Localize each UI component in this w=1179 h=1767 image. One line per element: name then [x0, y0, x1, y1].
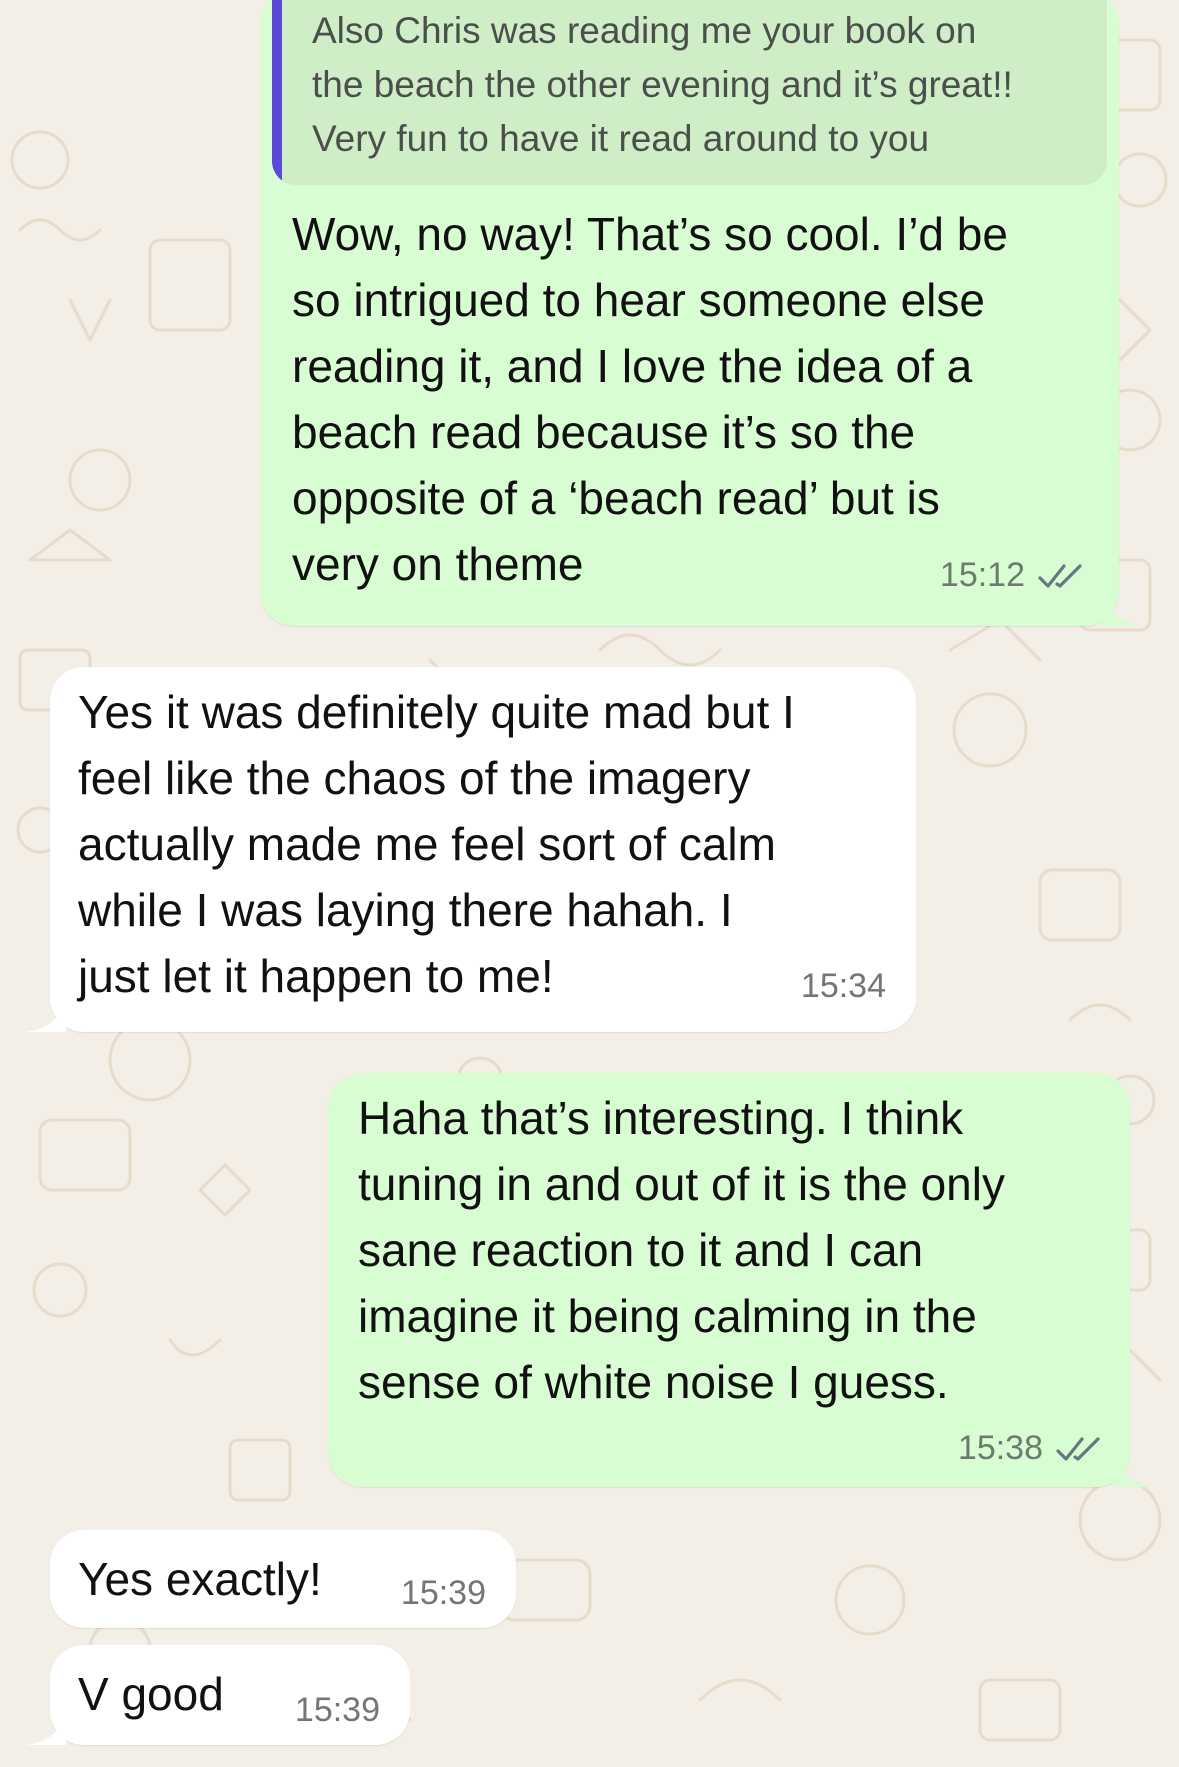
message-text: Wow, no way! That’s so cool. I’d be so i… [292, 201, 1008, 597]
bubble-tail [26, 992, 66, 1032]
bubble-tail [1114, 1447, 1154, 1487]
message-line: reading it, and I love the idea of a [292, 340, 973, 392]
message-line: so intrigued to hear someone else [292, 274, 985, 326]
message-line: sense of white noise I guess. [358, 1356, 949, 1408]
message-meta: 15:34 [801, 967, 886, 1006]
message-bubble-outgoing[interactable]: Also Chris was reading me your book on t… [260, 0, 1143, 626]
message-line: very on theme [292, 538, 584, 590]
message-line: Yes it was definitely quite mad but I [78, 686, 795, 738]
bubble-tail [26, 1705, 66, 1745]
double-check-icon [1038, 563, 1082, 588]
message-bubble-incoming[interactable]: V good 15:39 [26, 1645, 410, 1745]
message-line: while I was laying there hahah. I [78, 884, 733, 936]
message-line: Wow, no way! That’s so cool. I’d be [292, 208, 1008, 260]
quoted-line: Very fun to have it read around to you [312, 118, 930, 159]
message-line: actually made me feel sort of calm [78, 818, 776, 870]
bubble-tail [1103, 586, 1143, 626]
message-line: feel like the chaos of the imagery [78, 752, 751, 804]
message-line: V good [78, 1668, 224, 1720]
message-bubble-outgoing[interactable]: Haha that’s interesting. I think tuning … [328, 1073, 1154, 1487]
quoted-line: Also Chris was reading me your book on [312, 10, 977, 51]
message-line: sane reaction to it and I can [358, 1224, 924, 1276]
message-line: opposite of a ‘beach read’ but is [292, 472, 940, 524]
message-time: 15:34 [800, 967, 886, 1005]
message-meta: 15:39 [295, 1691, 380, 1730]
message-line: beach read because it’s so the [292, 406, 916, 458]
message-meta: 15:38 [958, 1429, 1103, 1468]
quoted-line: the beach the other evening and it’s gre… [312, 64, 1013, 105]
message-line: Yes exactly! [78, 1553, 322, 1605]
message-time: 15:12 [939, 556, 1025, 594]
quote-accent-bar [272, 0, 282, 185]
message-time: 15:39 [294, 1691, 380, 1729]
message-time: 15:39 [400, 1574, 486, 1612]
message-bubble-incoming[interactable]: Yes exactly! 15:39 [50, 1530, 516, 1628]
message-text: Yes it was definitely quite mad but I fe… [78, 679, 795, 1009]
message-meta: 15:12 [940, 556, 1085, 595]
message-text: Yes exactly! [78, 1546, 322, 1612]
message-line: tuning in and out of it is the only [358, 1158, 1005, 1210]
message-line: just let it happen to me! [78, 950, 554, 1002]
message-text: V good [78, 1661, 224, 1727]
message-line: Haha that’s interesting. I think [358, 1092, 964, 1144]
message-bubble-incoming[interactable]: Yes it was definitely quite mad but I fe… [26, 667, 916, 1032]
message-line: imagine it being calming in the [358, 1290, 977, 1342]
message-time: 15:38 [957, 1429, 1043, 1467]
double-check-icon [1056, 1436, 1100, 1461]
message-meta: 15:39 [401, 1574, 486, 1613]
message-text: Haha that’s interesting. I think tuning … [358, 1085, 1005, 1415]
quoted-reply[interactable]: Also Chris was reading me your book on t… [272, 0, 1107, 185]
quoted-message-text: Also Chris was reading me your book on t… [312, 4, 1013, 166]
